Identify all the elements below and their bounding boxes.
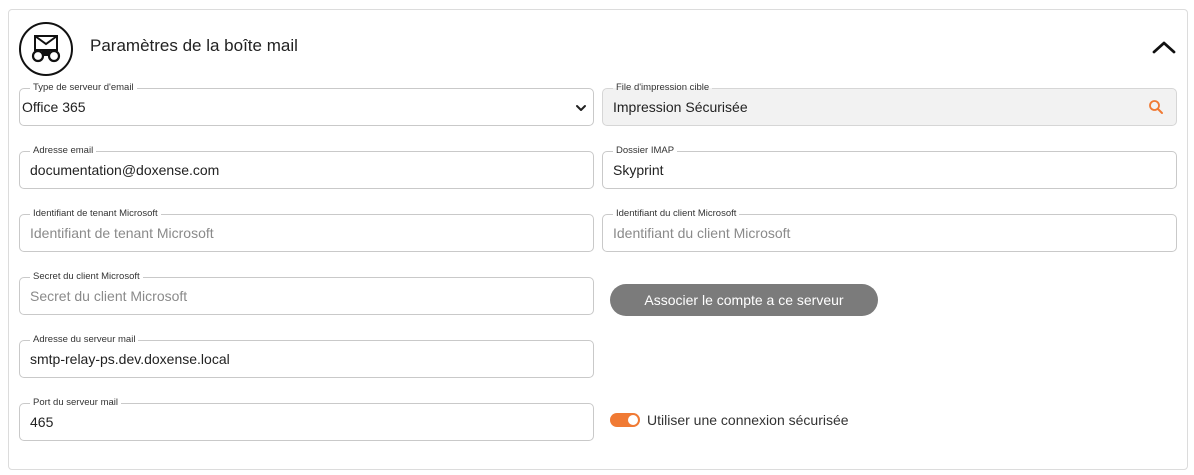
- server-port-field[interactable]: Port du serveur mail: [19, 397, 594, 441]
- client-secret-field[interactable]: Secret du client Microsoft: [19, 271, 594, 315]
- email-input[interactable]: [30, 162, 563, 178]
- client-id-input[interactable]: [613, 225, 1146, 241]
- print-queue-label: File d'impression cible: [613, 82, 713, 94]
- imap-folder-input[interactable]: [613, 162, 1146, 178]
- client-id-field[interactable]: Identifiant du client Microsoft: [602, 208, 1177, 252]
- associate-account-button[interactable]: Associer le compte a ce serveur: [610, 284, 878, 316]
- toggle-knob: [628, 415, 638, 425]
- server-type-value: Office 365: [22, 99, 86, 115]
- client-id-label: Identifiant du client Microsoft: [613, 208, 740, 220]
- secure-connection-label: Utiliser une connexion sécurisée: [647, 412, 849, 428]
- chevron-up-icon: [1152, 41, 1176, 54]
- server-port-input[interactable]: [30, 414, 563, 430]
- collapse-button[interactable]: [1149, 34, 1179, 60]
- mail-binoculars-icon: [19, 22, 73, 76]
- mailbox-settings-panel: Paramètres de la boîte mail Type de serv…: [8, 9, 1188, 470]
- print-queue-field[interactable]: File d'impression cible: [602, 82, 1177, 126]
- tenant-id-field[interactable]: Identifiant de tenant Microsoft: [19, 208, 594, 252]
- server-address-input[interactable]: [30, 351, 563, 367]
- server-address-field[interactable]: Adresse du serveur mail: [19, 334, 594, 378]
- imap-folder-label: Dossier IMAP: [613, 145, 678, 157]
- print-queue-input[interactable]: [613, 99, 1146, 115]
- tenant-id-input[interactable]: [30, 225, 563, 241]
- page-title: Paramètres de la boîte mail: [90, 36, 298, 55]
- tenant-id-label: Identifiant de tenant Microsoft: [30, 208, 161, 220]
- server-type-select[interactable]: Type de serveur d'email Office 365: [19, 82, 594, 126]
- email-label: Adresse email: [30, 145, 97, 157]
- search-icon[interactable]: [1148, 99, 1164, 115]
- secure-connection-toggle[interactable]: [610, 413, 640, 427]
- server-port-label: Port du serveur mail: [30, 397, 122, 409]
- email-field[interactable]: Adresse email: [19, 145, 594, 189]
- server-address-label: Adresse du serveur mail: [30, 334, 139, 346]
- client-secret-label: Secret du client Microsoft: [30, 271, 143, 283]
- server-type-label: Type de serveur d'email: [30, 82, 137, 94]
- imap-folder-field[interactable]: Dossier IMAP: [602, 145, 1177, 189]
- chevron-down-icon: [576, 105, 586, 111]
- client-secret-input[interactable]: [30, 288, 563, 304]
